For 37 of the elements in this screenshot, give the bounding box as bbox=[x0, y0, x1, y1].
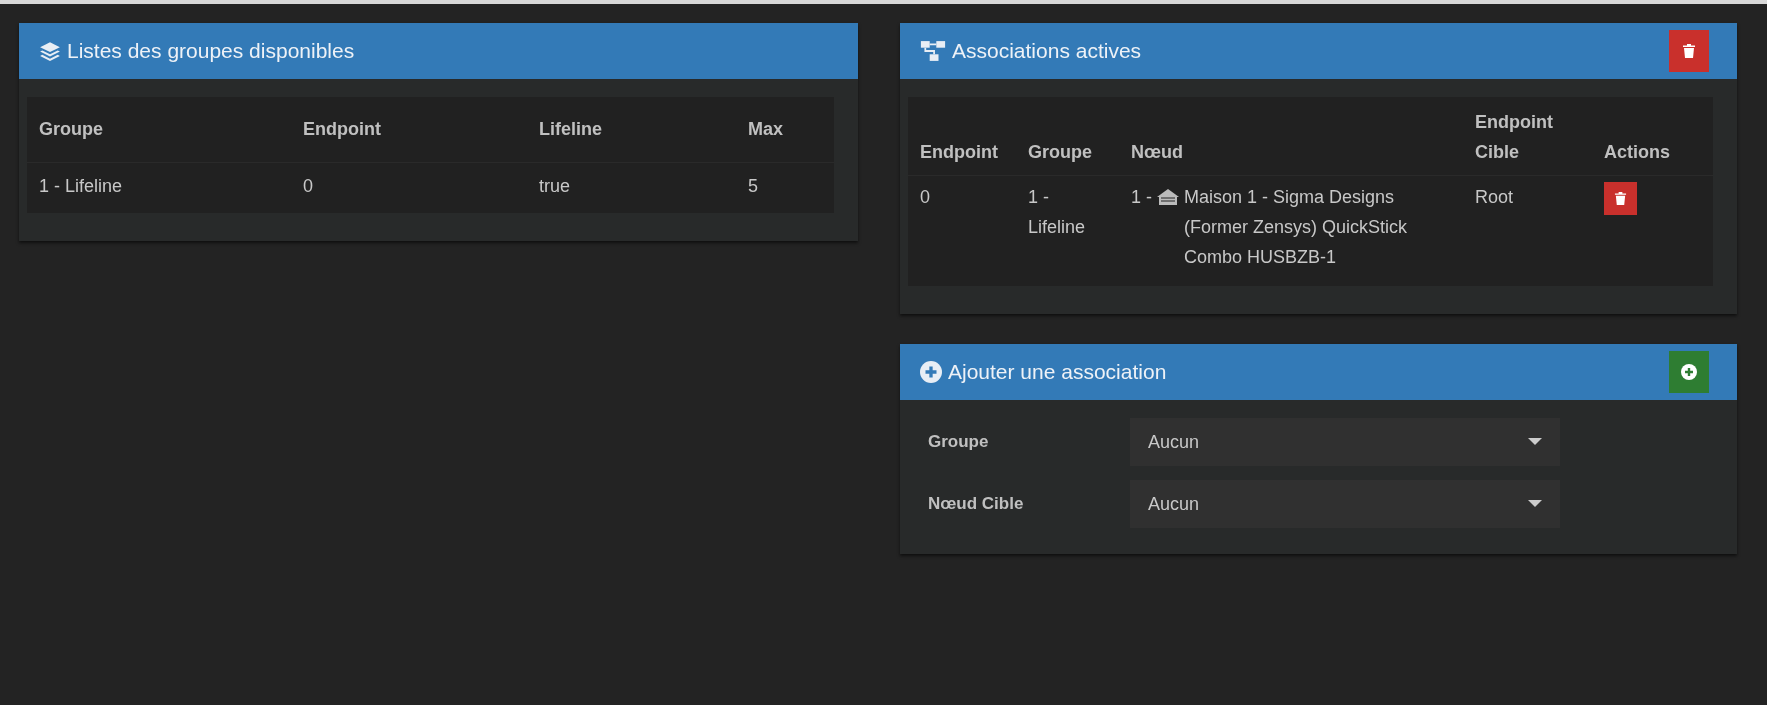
column-header: Groupe bbox=[27, 97, 291, 163]
delete-all-button[interactable] bbox=[1669, 30, 1709, 72]
delete-button[interactable] bbox=[1604, 182, 1637, 215]
add-button[interactable] bbox=[1669, 351, 1709, 393]
panel-title: Listes des groupes disponibles bbox=[67, 39, 355, 63]
network-icon bbox=[920, 40, 946, 62]
plus-circle-icon bbox=[920, 361, 942, 383]
table-cell: 1 - Lifeline bbox=[27, 162, 291, 213]
table-cell: 0 bbox=[291, 162, 527, 213]
node-name: Maison 1 - Sigma Designs (Former Zensys) QuickStick Combo HUSBZB-1 bbox=[1184, 186, 1409, 269]
layers-icon bbox=[39, 40, 61, 62]
column-header: Groupe bbox=[1016, 97, 1119, 176]
field-label: Nœud Cible bbox=[928, 494, 1025, 514]
plus-circle-icon bbox=[1681, 364, 1697, 380]
select-field[interactable]: Aucun bbox=[1130, 480, 1560, 528]
column-header: Actions bbox=[1592, 97, 1713, 176]
table-cell: Root bbox=[1463, 175, 1592, 286]
column-header: Endpoint bbox=[908, 97, 1016, 176]
table-cell: 5 bbox=[736, 162, 834, 213]
panel-title: Ajouter une association bbox=[948, 360, 1167, 384]
trash-icon bbox=[1682, 43, 1696, 59]
trash-icon bbox=[1614, 191, 1627, 206]
column-header: Lifeline bbox=[527, 97, 736, 163]
table-cell: true bbox=[527, 162, 736, 213]
field-label: Groupe bbox=[928, 432, 990, 452]
column-header: Nœud bbox=[1119, 97, 1463, 176]
house-icon bbox=[1156, 188, 1180, 206]
table-cell: 0 bbox=[908, 175, 1016, 286]
table-cell: 1 - Lifeline bbox=[1016, 175, 1119, 286]
column-header: Endpoint bbox=[291, 97, 527, 163]
node-prefix: 1 - bbox=[1131, 186, 1152, 209]
caret-icon bbox=[1528, 438, 1542, 446]
select-field[interactable]: Aucun bbox=[1130, 418, 1560, 466]
panel-title: Associations actives bbox=[952, 39, 1142, 63]
column-header: Max bbox=[736, 97, 834, 163]
caret-icon bbox=[1528, 500, 1542, 508]
column-header: Endpoint Cible bbox=[1463, 97, 1592, 176]
